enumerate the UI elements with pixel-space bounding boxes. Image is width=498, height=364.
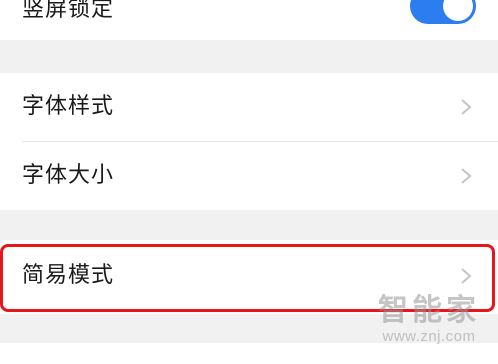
chevron-right-icon [461, 99, 472, 115]
setting-row-font-style[interactable]: 字体样式 [0, 73, 498, 141]
setting-row-font-size[interactable]: 字体大小 [0, 141, 498, 210]
rotation-lock-toggle[interactable] [410, 0, 476, 24]
setting-row-partial[interactable] [0, 343, 498, 364]
toggle-knob [443, 0, 473, 21]
setting-row-rotation-lock[interactable]: 竖屏锁定 [0, 0, 498, 40]
watermark: 智能家 www.znj.com [370, 294, 488, 346]
setting-label-font-size: 字体大小 [22, 163, 115, 188]
chevron-right-icon [461, 168, 472, 184]
watermark-url: www.znj.com [382, 328, 476, 345]
setting-label-font-style: 字体样式 [22, 94, 115, 119]
setting-label-rotation-lock: 竖屏锁定 [22, 0, 115, 22]
watermark-title: 智能家 [378, 294, 480, 327]
